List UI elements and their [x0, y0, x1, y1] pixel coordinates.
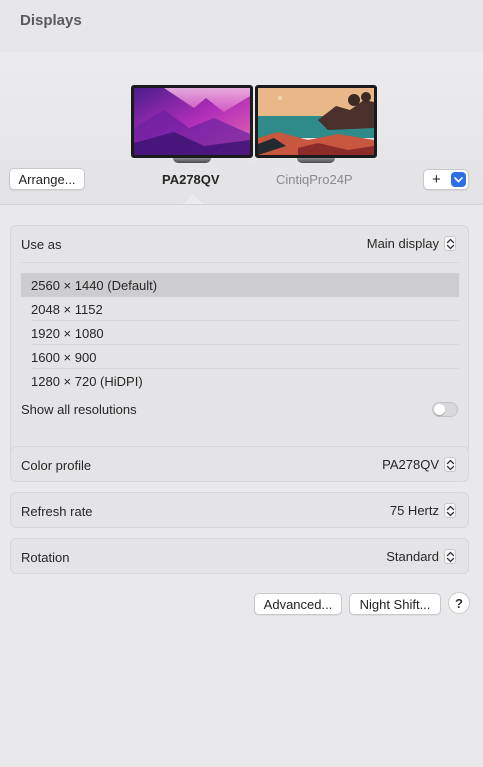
- display-arrangement-header: Arrange... PA278QV CintiqPro24P +: [0, 52, 483, 205]
- color-profile-row: Color profile PA278QV: [10, 446, 469, 482]
- refresh-rate-popup[interactable]: 75 Hertz: [390, 503, 456, 518]
- up-down-chevron-icon: [444, 503, 456, 518]
- use-as-label: Use as: [21, 237, 62, 252]
- divider: [21, 262, 459, 263]
- show-all-resolutions-toggle[interactable]: [432, 402, 458, 417]
- title-bar: Displays: [0, 0, 483, 52]
- resolution-label: 2048 × 1152: [31, 301, 103, 317]
- night-shift-button-label: Night Shift...: [359, 596, 431, 612]
- resolution-item[interactable]: 1280 × 720 (HiDPI): [21, 369, 459, 393]
- rotation-row: Rotation Standard: [10, 538, 469, 574]
- rotation-value: Standard: [386, 549, 439, 564]
- rotation-popup[interactable]: Standard: [386, 549, 456, 564]
- refresh-rate-row: Refresh rate 75 Hertz: [10, 492, 469, 528]
- help-icon: ?: [455, 595, 463, 611]
- advanced-button[interactable]: Advanced...: [254, 593, 342, 615]
- night-shift-button[interactable]: Night Shift...: [349, 593, 441, 615]
- window-title: Displays: [20, 12, 82, 29]
- up-down-chevron-icon: [444, 457, 456, 472]
- up-down-chevron-icon: [444, 549, 456, 564]
- color-profile-label: Color profile: [21, 458, 92, 473]
- color-profile-popup[interactable]: PA278QV: [382, 457, 456, 472]
- resolution-label: 1920 × 1080: [31, 325, 104, 341]
- resolution-label: 1600 × 900: [31, 349, 97, 365]
- add-display-button[interactable]: +: [423, 169, 469, 190]
- resolution-label: 1280 × 720 (HiDPI): [31, 373, 143, 389]
- refresh-rate-value: 75 Hertz: [389, 503, 439, 518]
- wallpaper-coast-image: [255, 85, 377, 158]
- selected-display-pointer: [183, 194, 203, 204]
- use-as-value: Main display: [366, 236, 439, 251]
- resolution-item[interactable]: 1920 × 1080: [21, 321, 459, 345]
- resolution-label: 2560 × 1440 (Default): [31, 277, 158, 293]
- display-name[interactable]: CintiqPro24P: [276, 172, 353, 187]
- display-name-selected[interactable]: PA278QV: [162, 172, 220, 187]
- monitor-stand: [173, 158, 211, 163]
- color-profile-value: PA278QV: [382, 457, 439, 472]
- arrange-button[interactable]: Arrange...: [9, 168, 85, 190]
- monitor-stand: [297, 158, 335, 163]
- resolution-item[interactable]: 2048 × 1152: [21, 297, 459, 321]
- display-thumbnail-cintiqpro24p[interactable]: [255, 85, 377, 165]
- resolution-item[interactable]: 1600 × 900: [21, 345, 459, 369]
- arrange-button-label: Arrange...: [18, 171, 76, 187]
- help-button[interactable]: ?: [448, 592, 470, 614]
- toggle-knob: [434, 404, 445, 415]
- wallpaper-monterey-image: [131, 85, 253, 158]
- chevron-down-icon[interactable]: [451, 172, 466, 187]
- up-down-chevron-icon: [444, 236, 456, 251]
- resolution-item[interactable]: 2560 × 1440 (Default): [21, 273, 459, 297]
- use-as-popup[interactable]: Main display: [367, 236, 456, 251]
- advanced-button-label: Advanced...: [263, 596, 333, 612]
- show-all-resolutions-label: Show all resolutions: [21, 402, 137, 417]
- rotation-label: Rotation: [21, 550, 70, 565]
- display-thumbnail-pa278qv[interactable]: [131, 85, 253, 165]
- display-settings-group: Use as Main display 2560 × 1440 (Default…: [10, 225, 469, 454]
- add-icon: +: [432, 171, 441, 188]
- refresh-rate-label: Refresh rate: [21, 504, 93, 519]
